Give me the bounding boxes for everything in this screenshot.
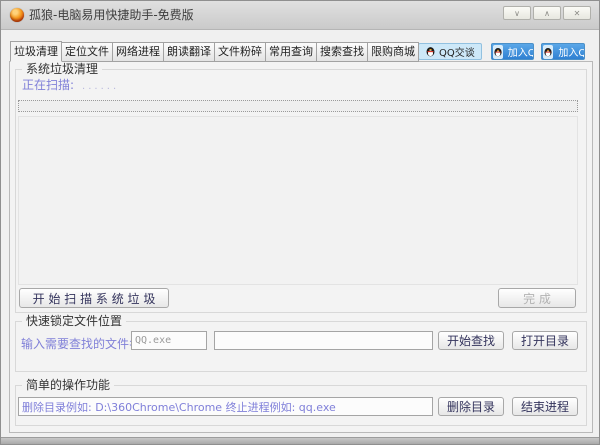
qq-avatar-icon <box>543 45 553 59</box>
open-directory-button[interactable]: 打开目录 <box>512 331 578 350</box>
minimize-button[interactable]: ∨ <box>503 6 531 20</box>
app-icon <box>10 8 24 22</box>
scanning-label: 正在扫描: <box>22 78 74 92</box>
operation-target-input[interactable] <box>18 397 433 416</box>
tab-search-find[interactable]: 搜索查找 <box>316 42 368 62</box>
join-qq-group-label: 加入QQ群 <box>506 44 535 59</box>
scan-result-list[interactable] <box>18 116 578 285</box>
scan-progress-bar <box>18 100 578 112</box>
app-window: 孤狼-电脑易用快捷助手-免费版 ∨ ∧ ✕ 垃圾清理 定位文件 网络进程 朗读翻… <box>0 0 600 445</box>
join-qq-group-label: 加入QQ群 <box>556 44 585 59</box>
qq-avatar-icon <box>493 45 503 59</box>
done-button[interactable]: 完 成 <box>498 288 576 308</box>
qq-chat-label: QQ交谈 <box>439 44 475 59</box>
join-qq-group-button-1[interactable]: 加入QQ群 <box>491 43 535 60</box>
tab-common-query[interactable]: 常用查询 <box>265 42 317 62</box>
filename-input[interactable] <box>131 331 207 350</box>
simple-operations-group: 简单的操作功能 删除目录 结束进程 <box>15 385 587 426</box>
window-bottom-edge <box>1 437 599 444</box>
window-controls: ∨ ∧ ✕ <box>503 6 591 20</box>
tab-shop[interactable]: 限购商城 <box>367 42 419 62</box>
join-qq-group-button-2[interactable]: 加入QQ群 <box>541 43 585 60</box>
title-bar: 孤狼-电脑易用快捷助手-免费版 ∨ ∧ ✕ <box>1 1 599 30</box>
system-garbage-group: 系统垃圾清理 正在扫描:...... 开 始 扫 描 系 统 垃 圾 完 成 <box>15 69 587 313</box>
qq-chat-button[interactable]: QQ交谈 <box>418 43 482 60</box>
tab-locate-file[interactable]: 定位文件 <box>61 42 113 62</box>
simple-operations-group-title: 简单的操作功能 <box>22 377 114 393</box>
locate-file-group: 快速锁定文件位置 输入需要查找的文件名: 开始查找 打开目录 <box>15 321 587 372</box>
scanning-dots: ...... <box>82 81 119 92</box>
filename-input-label: 输入需要查找的文件名: <box>21 335 145 352</box>
delete-directory-button[interactable]: 删除目录 <box>438 397 504 416</box>
tab-file-shred[interactable]: 文件粉碎 <box>214 42 266 62</box>
start-scan-button[interactable]: 开 始 扫 描 系 统 垃 圾 <box>19 288 169 308</box>
close-button[interactable]: ✕ <box>563 6 591 20</box>
end-process-button[interactable]: 结束进程 <box>512 397 578 416</box>
maximize-button[interactable]: ∧ <box>533 6 561 20</box>
locate-file-group-title: 快速锁定文件位置 <box>22 313 126 329</box>
locate-result-input[interactable] <box>214 331 433 350</box>
scanning-status: 正在扫描:...... <box>22 76 119 93</box>
start-find-button[interactable]: 开始查找 <box>438 331 504 350</box>
tab-garbage-clean[interactable]: 垃圾清理 <box>10 41 62 62</box>
tab-page-garbage-clean: 系统垃圾清理 正在扫描:...... 开 始 扫 描 系 统 垃 圾 完 成 快… <box>9 61 593 433</box>
tab-read-translate[interactable]: 朗读翻译 <box>163 42 215 62</box>
system-garbage-group-title: 系统垃圾清理 <box>22 61 102 77</box>
tab-network-process[interactable]: 网络进程 <box>112 42 164 62</box>
window-title: 孤狼-电脑易用快捷助手-免费版 <box>29 1 194 30</box>
qq-penguin-icon <box>425 46 436 57</box>
tab-bar: 垃圾清理 定位文件 网络进程 朗读翻译 文件粉碎 常用查询 搜索查找 限购商城 … <box>10 41 592 62</box>
